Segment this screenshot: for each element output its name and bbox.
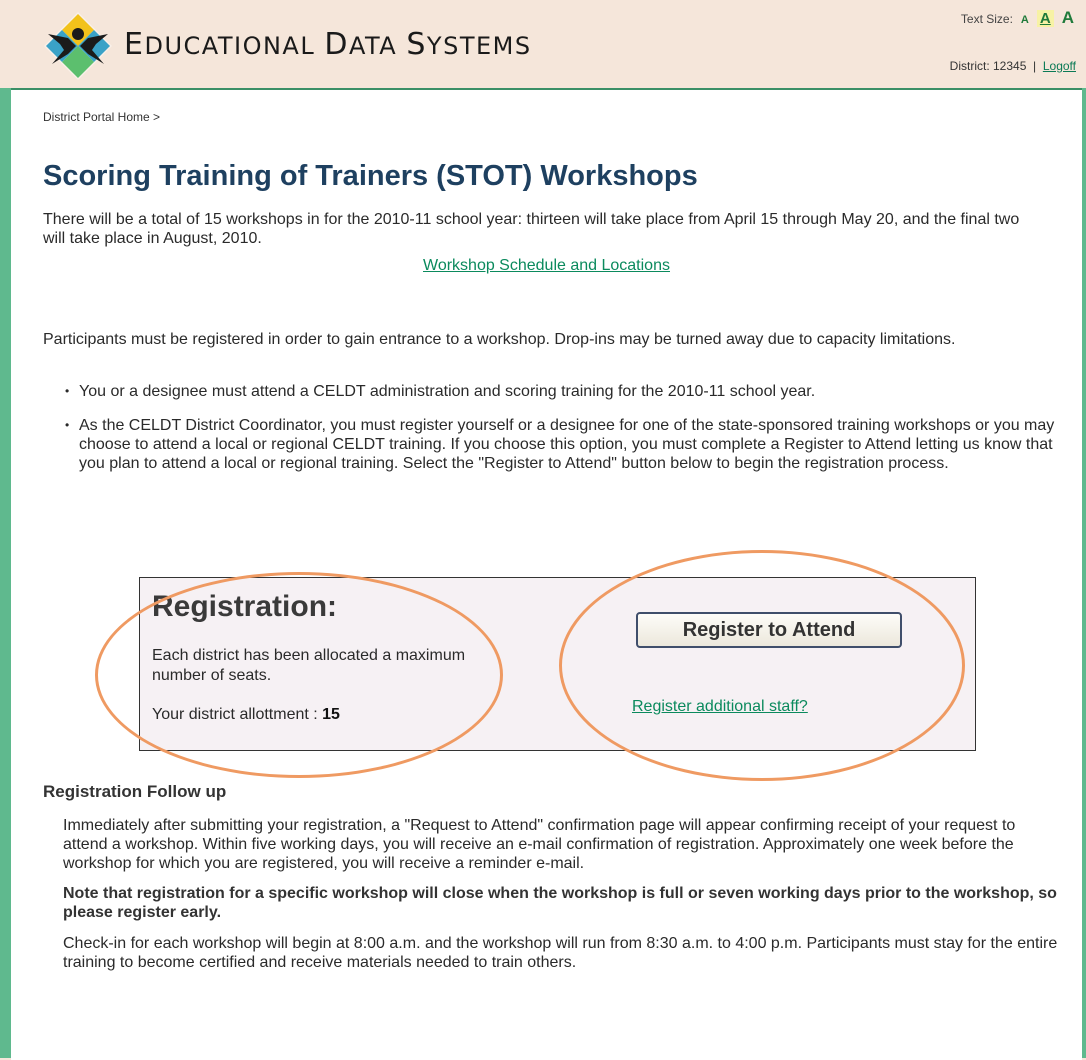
- breadcrumb: District Portal Home >: [43, 110, 160, 124]
- followup-paragraph: Immediately after submitting your regist…: [63, 817, 1016, 872]
- breadcrumb-separator: >: [153, 110, 161, 124]
- checkin-paragraph: Check-in for each workshop will begin at…: [63, 935, 1058, 971]
- followup-heading: Registration Follow up: [43, 782, 227, 801]
- text-size-label: Text Size:: [960, 12, 1013, 26]
- breadcrumb-home-link[interactable]: District Portal Home: [43, 110, 150, 124]
- workshop-schedule-link[interactable]: Workshop Schedule and Locations: [423, 257, 670, 274]
- followup-note: Note that registration for a specific wo…: [63, 885, 1057, 921]
- brand-name: EDUCATIONAL DATA SYSTEMS: [124, 27, 532, 62]
- district-allotment: Your district allottment : 15: [152, 706, 340, 724]
- left-accent-bar: [0, 88, 11, 1058]
- text-size-medium-button[interactable]: A: [1036, 10, 1054, 27]
- district-label: District: 12345: [949, 59, 1027, 73]
- text-size-control: Text Size: A A A: [961, 8, 1074, 28]
- main-content: District Portal Home > Scoring Training …: [11, 88, 1082, 1060]
- page-title: Scoring Training of Trainers (STOT) Work…: [43, 160, 698, 192]
- register-additional-staff-link[interactable]: Register additional staff?: [632, 698, 808, 716]
- requirements-list: You or a designee must attend a CELDT ad…: [63, 382, 1058, 488]
- right-accent-bar: [1082, 88, 1086, 1058]
- allotment-value: 15: [322, 706, 340, 723]
- logo-icon: [44, 12, 112, 80]
- header: EDUCATIONAL DATA SYSTEMS Text Size: A A …: [0, 0, 1086, 88]
- logoff-link[interactable]: Logoff: [1043, 59, 1076, 73]
- participants-paragraph: Participants must be registered in order…: [43, 331, 956, 348]
- registration-description: Each district has been allocated a maxim…: [152, 647, 466, 684]
- list-item: As the CELDT District Coordinator, you m…: [63, 416, 1058, 473]
- register-to-attend-button[interactable]: Register to Attend: [636, 612, 902, 648]
- intro-paragraph: There will be a total of 15 workshops in…: [43, 211, 1020, 247]
- registration-panel: Registration: Each district has been all…: [139, 577, 976, 751]
- allotment-label: Your district allottment :: [152, 706, 318, 723]
- text-size-large-button[interactable]: A: [1062, 8, 1074, 28]
- user-info: District: 12345 | Logoff: [950, 59, 1076, 73]
- text-size-small-button[interactable]: A: [1021, 14, 1029, 26]
- separator: |: [1033, 59, 1037, 73]
- registration-title: Registration:: [152, 590, 338, 623]
- list-item: You or a designee must attend a CELDT ad…: [63, 382, 1058, 401]
- schedule-link-container: Workshop Schedule and Locations: [11, 257, 1082, 275]
